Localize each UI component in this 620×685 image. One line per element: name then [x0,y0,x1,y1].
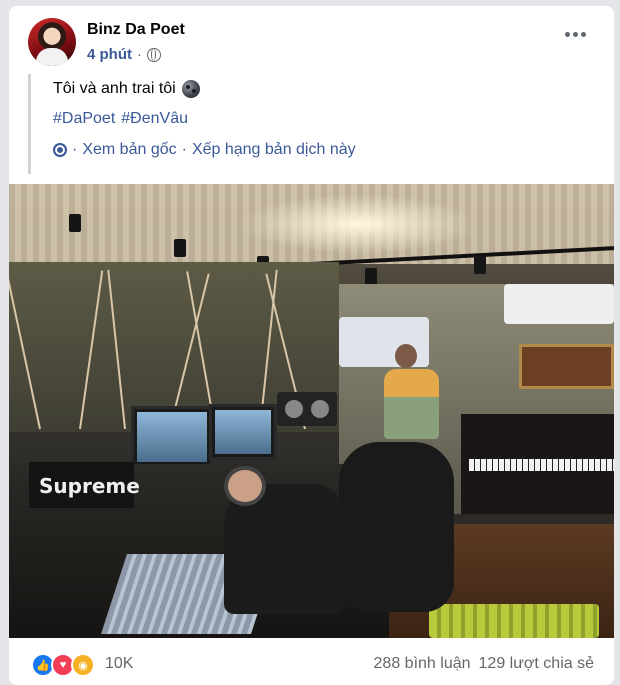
photo-painting [519,344,614,389]
meta-separator: · [137,46,142,63]
photo-monitor [209,404,277,460]
translation-bar: · Xem bản gốc · Xếp hạng bản dịch này [53,141,356,159]
post-photo[interactable]: Supreme [9,184,614,638]
photo-chair [339,442,454,612]
post-time[interactable]: 4 phút [87,46,132,63]
avatar-shirt [36,48,68,66]
comments-count[interactable]: 288 bình luận [374,655,471,673]
reaction-count[interactable]: 10K [105,655,133,673]
photo-supreme-logo: Supreme [39,474,140,498]
post-meta: 4 phút · [87,46,161,63]
more-icon[interactable] [565,32,586,37]
translation-separator: · [72,141,78,158]
photo-standing-person [384,369,439,439]
photo-rug [429,604,599,638]
photo-person-headphones [224,466,266,506]
post-footer: 👍 ♥ ◉ 10K 288 bình luận 129 lượt chia sẻ [9,638,614,685]
photo-lamp [69,214,81,232]
rate-translation-link[interactable]: Xếp hạng bản dịch này [192,141,356,159]
gear-icon[interactable] [53,143,67,157]
avatar[interactable] [28,18,76,66]
wow-icon: ◉ [71,653,95,677]
post-text-block: Tôi và anh trai tôi #DaPoet #ĐenVâu · Xe… [28,74,591,174]
hashtag-dapoet[interactable]: #DaPoet [53,110,115,128]
shares-count[interactable]: 129 lượt chia sẻ [479,655,594,673]
photo-air-conditioner [504,284,614,324]
view-original-link[interactable]: Xem bản gốc [82,141,176,159]
post-card: Binz Da Poet 4 phút · Tôi và anh trai tô… [9,6,614,685]
photo-lamp [474,256,486,274]
post-text-line: Tôi và anh trai tôi [53,80,200,98]
post-header: Binz Da Poet 4 phút · [9,6,614,68]
moon-emoji-icon [181,80,200,98]
photo-person-head [395,344,417,368]
reaction-icons[interactable]: 👍 ♥ ◉ [31,653,95,677]
post-stats: 288 bình luận 129 lượt chia sẻ [374,655,594,673]
photo-lamp [174,239,186,257]
photo-monitor [131,406,213,468]
globe-icon[interactable] [147,47,161,62]
hashtag-denvau[interactable]: #ĐenVâu [121,110,188,128]
translation-separator-2: · [181,141,187,158]
author-name[interactable]: Binz Da Poet [87,21,185,39]
post-text: Tôi và anh trai tôi [53,80,176,97]
photo-speaker [277,392,337,426]
photo-ceiling-light [239,194,479,254]
hashtags: #DaPoet #ĐenVâu [53,110,188,128]
photo-piano-keys [469,459,614,471]
